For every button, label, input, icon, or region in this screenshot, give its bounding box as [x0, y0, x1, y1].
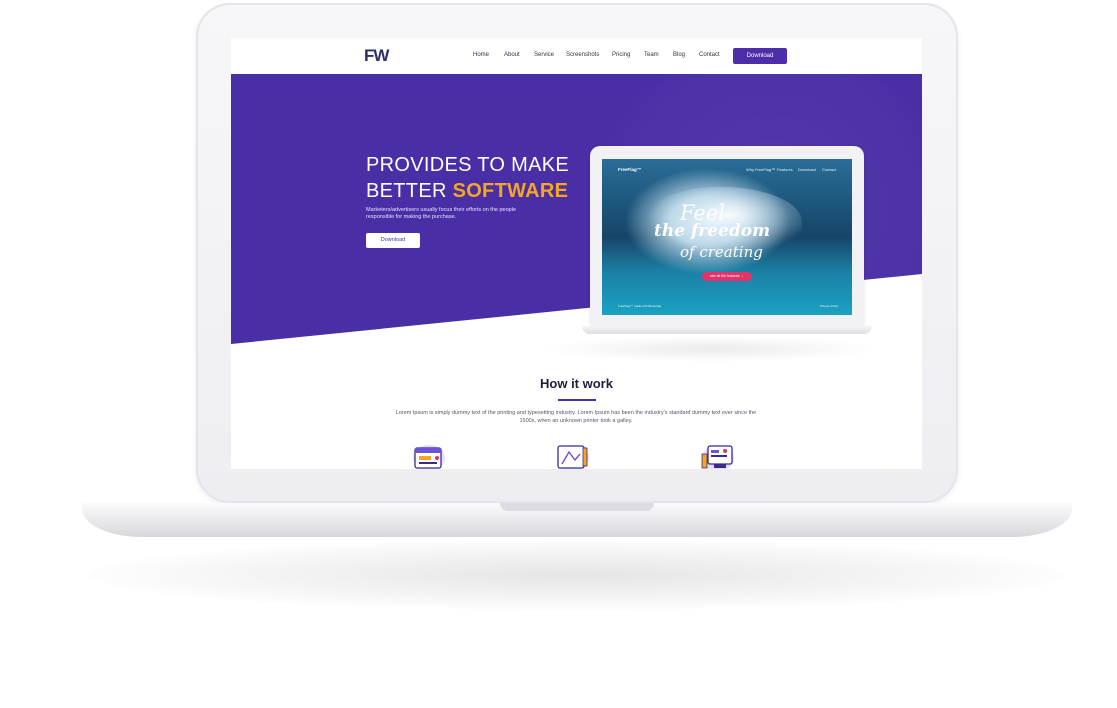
mockup-nav-features: Features [777, 167, 793, 172]
how-it-works-title: How it work [540, 376, 613, 391]
site-logo[interactable]: FW [364, 46, 389, 66]
hero-title-line2: BETTER SOFTWARE [366, 178, 569, 204]
mockup-headline-creating: of creating [680, 243, 763, 261]
hero-download-button[interactable]: Download [366, 233, 420, 248]
nav-link-contact[interactable]: Contact [699, 52, 720, 58]
hero-title-line1: PROVIDES TO MAKE [366, 154, 570, 176]
mockup-footer-right: Privacy Policy [820, 304, 839, 308]
hero-description: Marketers/advertisers usually focus thei… [366, 207, 517, 220]
drawing-board-icon [557, 445, 589, 469]
monitor-dashboard-icon [701, 445, 734, 469]
nav-link-service[interactable]: Service [534, 52, 554, 58]
mockup-nav-contact: Contact [822, 167, 836, 172]
mockup-shadow [541, 336, 881, 362]
laptop-screen: FW Home About Service Screenshots Pricin… [231, 38, 922, 469]
laptop-notch [500, 503, 654, 511]
mockup-nav-why: Why FreeFlag™ [746, 167, 776, 172]
navbar: FW Home About Service Screenshots Pricin… [231, 38, 922, 74]
mockup-laptop: FreeFlag™ Why FreeFlag™ Features Downloa… [582, 146, 872, 334]
mockup-brand: FreeFlag™ [618, 167, 642, 172]
mockup-cta-button: see all the features → [702, 272, 752, 281]
nav-download-button[interactable]: Download [733, 48, 787, 64]
hero-title-accent: SOFTWARE [452, 180, 569, 202]
nav-link-screenshots[interactable]: Screenshots [566, 52, 599, 58]
nav-link-about[interactable]: About [504, 52, 520, 58]
how-it-works-text: Lorem Ipsum is simply dummy text of the … [395, 410, 757, 424]
hero-title-prefix: BETTER [366, 180, 453, 202]
laptop-shadow [90, 540, 1065, 610]
nav-link-team[interactable]: Team [644, 52, 659, 58]
mockup-headline-freedom: the freedom [654, 221, 771, 241]
mockup-nav-download: Download [798, 167, 816, 172]
nav-link-home[interactable]: Home [473, 52, 489, 58]
mockup-laptop-base [582, 326, 872, 334]
hero-title: PROVIDES TO MAKE BETTER SOFTWARE [366, 152, 569, 204]
mockup-footer-left: FreeFlag™ made with Bootstrap [618, 304, 662, 308]
title-underline [558, 399, 596, 401]
nav-link-blog[interactable]: Blog [673, 52, 685, 58]
browser-window-icon [413, 445, 445, 469]
nav-link-pricing[interactable]: Pricing [612, 52, 630, 58]
mockup-screen: FreeFlag™ Why FreeFlag™ Features Downloa… [602, 159, 852, 315]
